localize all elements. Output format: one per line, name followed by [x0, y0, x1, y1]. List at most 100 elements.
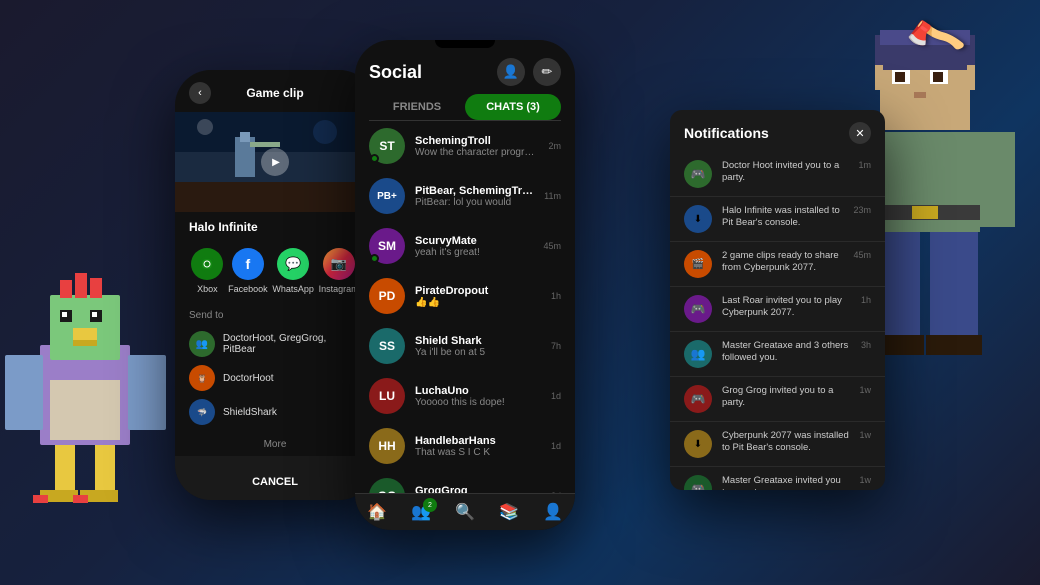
send-to-shieldshark[interactable]: 🦈 ShieldShark	[189, 395, 361, 429]
notif-msg: Master Greataxe invited you to a party.	[722, 475, 849, 490]
notif-icon-doctorhoot: 🎮	[684, 160, 712, 188]
people-icon-button[interactable]: 👤	[497, 58, 525, 86]
whatsapp-label: WhatsApp	[272, 284, 314, 294]
instagram-label: Instagram	[319, 284, 359, 294]
chat-name: ScurvyMate	[415, 235, 533, 247]
notif-msg: Grog Grog invited you to a party.	[722, 385, 849, 410]
profile-icon: 👤	[543, 502, 563, 522]
notifications-close-button[interactable]: ✕	[849, 122, 871, 144]
notif-text-greataxe-party: Master Greataxe invited you to a party.	[722, 475, 849, 490]
xbox-label: Xbox	[197, 284, 218, 294]
send-to-section: Send to 👥 DoctorHoot, GregGrog, PitBear …	[175, 302, 375, 433]
compose-icon-button[interactable]: ✏	[533, 58, 561, 86]
nav-social[interactable]: 👥 2	[411, 502, 431, 522]
notif-item-greataxe-party[interactable]: 🎮 Master Greataxe invited you to a party…	[670, 467, 885, 490]
share-icons-bar: Xbox f Facebook 💬 WhatsApp 📷 Instagram	[175, 240, 375, 302]
notifications-panel: Notifications ✕ 🎮 Doctor Hoot invited yo…	[670, 110, 885, 490]
tab-friends[interactable]: FRIENDS	[369, 94, 465, 120]
nav-search[interactable]: 🔍	[455, 502, 475, 522]
notif-text-doctorhoot: Doctor Hoot invited you to a party.	[722, 160, 848, 185]
chat-list: ST SchemingTroll Wow the character progr…	[355, 121, 575, 493]
whatsapp-icon: 💬	[277, 248, 309, 280]
chat-item-shield-shark[interactable]: SS Shield Shark Ya i'll be on at 5 7h	[355, 321, 575, 371]
center-phone-screen: Social 👤 ✏ FRIENDS CHATS (3) ST Scheming…	[355, 40, 575, 530]
left-phone: ‹ Game clip Halo Infinite	[175, 70, 375, 500]
chat-name: PirateDropout	[415, 285, 541, 297]
chat-avatar-scurvy: SM	[369, 228, 405, 264]
notif-time: 45m	[853, 250, 871, 260]
notif-text-clips: 2 game clips ready to share from Cyberpu…	[722, 250, 843, 275]
share-xbox[interactable]: Xbox	[191, 248, 223, 294]
share-whatsapp[interactable]: 💬 WhatsApp	[272, 248, 314, 294]
tab-bar: FRIENDS CHATS (3)	[369, 94, 561, 121]
notif-time: 23m	[853, 205, 871, 215]
nav-profile[interactable]: 👤	[543, 502, 563, 522]
chat-time: 1h	[551, 291, 561, 301]
notif-item-greataxe-follow[interactable]: 👥 Master Greataxe and 3 others followed …	[670, 332, 885, 377]
send-to-doctorhoot[interactable]: 🦉 DoctorHoot	[189, 361, 361, 395]
share-instagram[interactable]: 📷 Instagram	[319, 248, 359, 294]
notif-icon-halo: ⬇	[684, 205, 712, 233]
chat-preview: Ya i'll be on at 5	[415, 347, 541, 358]
facebook-icon: f	[232, 248, 264, 280]
chat-avatar-grog: GG	[369, 478, 405, 493]
notif-icon-cyberpunk: ⬇	[684, 430, 712, 458]
notif-item-halo-install[interactable]: ⬇ Halo Infinite was installed to Pit Bea…	[670, 197, 885, 242]
notif-msg: Last Roar invited you to play Cyberpunk …	[722, 295, 851, 320]
notif-icon-clips: 🎬	[684, 250, 712, 278]
notif-item-grog-party[interactable]: 🎮 Grog Grog invited you to a party. 1w	[670, 377, 885, 422]
notif-item-doctorhoot[interactable]: 🎮 Doctor Hoot invited you to a party. 1m	[670, 152, 885, 197]
chat-avatar-scheming-troll: ST	[369, 128, 405, 164]
chat-time: 1d	[551, 391, 561, 401]
chat-name: SchemingTroll	[415, 135, 538, 147]
play-button[interactable]	[261, 148, 289, 176]
nav-home[interactable]: 🏠	[367, 502, 387, 522]
send-to-avatar-shieldshark: 🦈	[189, 399, 215, 425]
chat-time: 2m	[548, 141, 561, 151]
cancel-button[interactable]: CANCEL	[175, 464, 375, 500]
send-to-group[interactable]: 👥 DoctorHoot, GregGrog, PitBear	[189, 327, 361, 361]
chat-preview: PitBear: lol you would	[415, 197, 534, 208]
back-button[interactable]: ‹	[189, 82, 211, 104]
center-phone: Social 👤 ✏ FRIENDS CHATS (3) ST Scheming…	[355, 40, 575, 530]
chat-item-scheming-troll[interactable]: ST SchemingTroll Wow the character progr…	[355, 121, 575, 171]
chat-item-handlebar[interactable]: HH HandlebarHans That was S I C K 1d	[355, 421, 575, 471]
chat-time: 1d	[551, 441, 561, 451]
notif-msg: Cyberpunk 2077 was installed to Pit Bear…	[722, 430, 849, 455]
chat-item-grog[interactable]: GG GrogGrog hahaha 2d	[355, 471, 575, 493]
notifications-title: Notifications	[684, 125, 769, 141]
chat-time: 11m	[544, 191, 561, 201]
character-left	[0, 145, 185, 585]
chat-item-pirate[interactable]: PD PirateDropout 👍👍 1h	[355, 271, 575, 321]
tab-chats[interactable]: CHATS (3)	[465, 94, 561, 120]
social-header: Social 👤 ✏	[355, 48, 575, 94]
chat-info-lucha: LuchaUno Yooooo this is dope!	[415, 385, 541, 408]
chat-preview: Wow the character progression syste...	[415, 147, 538, 158]
chat-info-scurvy: ScurvyMate yeah it's great!	[415, 235, 533, 258]
notif-time: 1m	[858, 160, 871, 170]
social-badge: 2	[423, 498, 437, 512]
social-title: Social	[369, 62, 422, 83]
chat-avatar-lucha: LU	[369, 378, 405, 414]
chat-name: Shield Shark	[415, 335, 541, 347]
instagram-icon: 📷	[323, 248, 355, 280]
notif-item-cyberpunk-install[interactable]: ⬇ Cyberpunk 2077 was installed to Pit Be…	[670, 422, 885, 467]
notif-text-grog-party: Grog Grog invited you to a party.	[722, 385, 849, 410]
xbox-icon	[191, 248, 223, 280]
online-indicator	[370, 254, 379, 263]
chat-item-group[interactable]: PB+ PitBear, SchemingTroll, Grog... PitB…	[355, 171, 575, 221]
notif-item-last-roar[interactable]: 🎮 Last Roar invited you to play Cyberpun…	[670, 287, 885, 332]
chat-item-lucha[interactable]: LU LuchaUno Yooooo this is dope! 1d	[355, 371, 575, 421]
notif-icon-last-roar: 🎮	[684, 295, 712, 323]
more-button[interactable]: More	[175, 433, 375, 456]
chat-info-group: PitBear, SchemingTroll, Grog... PitBear:…	[415, 185, 534, 208]
notif-icon-grog-party: 🎮	[684, 385, 712, 413]
chat-item-scurvy[interactable]: SM ScurvyMate yeah it's great! 45m	[355, 221, 575, 271]
game-clip-top-bar: ‹ Game clip	[175, 70, 375, 112]
share-facebook[interactable]: f Facebook	[228, 248, 268, 294]
game-clip-title: Game clip	[211, 86, 339, 100]
chat-avatar-shield-shark: SS	[369, 328, 405, 364]
nav-library[interactable]: 📚	[499, 502, 519, 522]
notif-item-clips[interactable]: 🎬 2 game clips ready to share from Cyber…	[670, 242, 885, 287]
notifications-header: Notifications ✕	[670, 110, 885, 152]
